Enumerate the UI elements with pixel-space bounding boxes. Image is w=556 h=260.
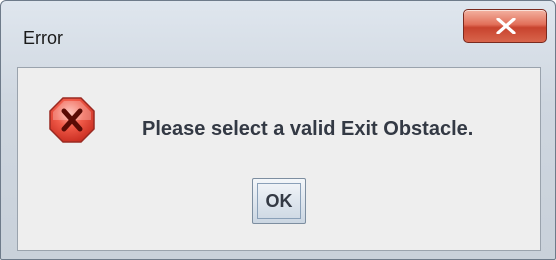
ok-button-label: OK: [265, 191, 293, 211]
close-x-icon: [496, 18, 516, 34]
dialog-content: Please select a valid Exit Obstacle. OK: [17, 67, 541, 251]
close-button[interactable]: [463, 9, 547, 43]
error-dialog-window: Error Please select a valid Exit Obstacl…: [0, 0, 556, 260]
window-title: Error: [23, 28, 63, 48]
title-bar[interactable]: Error: [1, 1, 555, 61]
ok-button[interactable]: OK: [252, 178, 306, 224]
error-message: Please select a valid Exit Obstacle.: [142, 118, 474, 140]
error-icon: [49, 97, 95, 143]
